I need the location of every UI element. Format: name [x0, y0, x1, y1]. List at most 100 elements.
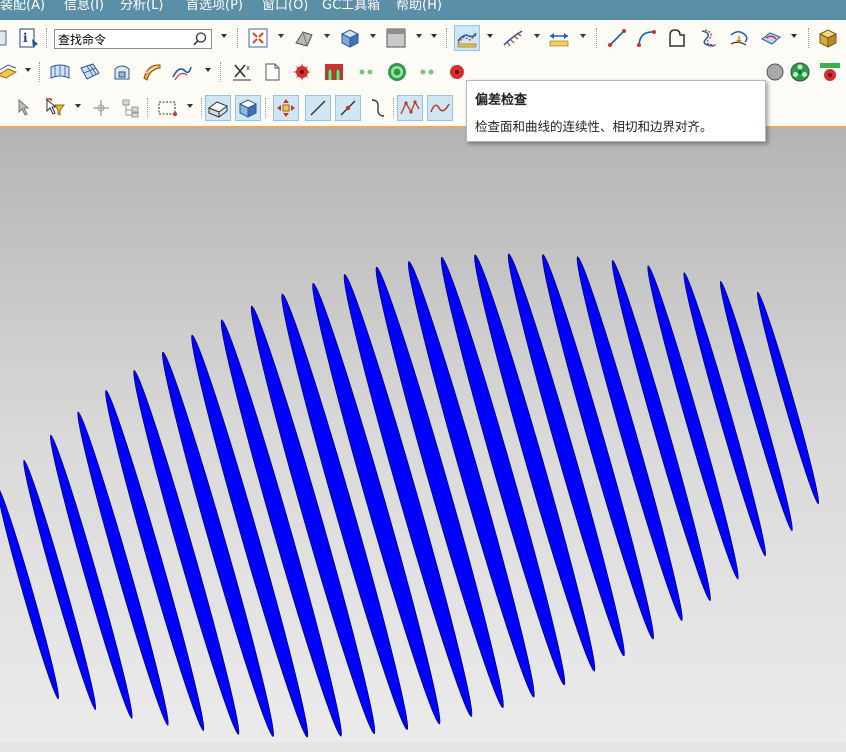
fillet-button[interactable]	[664, 25, 690, 51]
styled-sweep-button[interactable]	[169, 59, 195, 85]
graphics-viewport[interactable]	[0, 128, 846, 742]
selection-filter-button[interactable]	[42, 95, 68, 121]
surface-stripe	[407, 261, 535, 698]
search-dropdown-arrow[interactable]	[221, 34, 227, 38]
menu-assembly[interactable]: 装配(A)	[0, 0, 45, 13]
extract-x-icon: x	[233, 64, 251, 81]
n-sided-surface-button[interactable]	[109, 59, 135, 85]
mesh-surface-icon	[80, 63, 100, 80]
selection-filter-icon	[46, 98, 66, 116]
background-arrow[interactable]	[416, 34, 422, 38]
select-point-on-line-button[interactable]	[335, 95, 361, 121]
shading-button[interactable]	[291, 25, 317, 51]
gear-red-button[interactable]	[289, 59, 315, 85]
curve-analysis-arrow[interactable]	[534, 34, 540, 38]
select-face-button[interactable]	[235, 95, 261, 121]
control-polygon-icon	[400, 100, 420, 115]
selection-filter-arrow[interactable]	[75, 104, 81, 108]
studio-surface-button[interactable]	[139, 59, 165, 85]
gear-rack-icon	[820, 63, 840, 81]
select-line-button[interactable]	[305, 95, 331, 121]
extrude-surface-icon	[0, 64, 18, 79]
shading-arrow[interactable]	[324, 34, 330, 38]
point-on-line-icon	[340, 100, 356, 116]
select-body-button[interactable]	[205, 95, 231, 121]
bearing-button[interactable]	[384, 59, 410, 85]
extract-geometry-button[interactable]: x	[229, 59, 255, 85]
green-wheel-icon	[790, 62, 810, 82]
wheel-green-button[interactable]	[787, 59, 813, 85]
select-line-icon	[310, 100, 326, 116]
offset-curve-button[interactable]	[696, 25, 722, 51]
deviation-check-icon	[457, 32, 477, 48]
surface-curve-arrow[interactable]	[791, 34, 797, 38]
new-sheet-icon	[265, 63, 280, 81]
menu-gc-toolbox[interactable]: GC工具箱	[322, 0, 380, 13]
select-origin-button[interactable]	[88, 95, 114, 121]
spline-curve-icon	[430, 103, 450, 113]
fit-view-button[interactable]	[245, 25, 271, 51]
origin-cross-icon	[93, 100, 109, 116]
menu-info[interactable]: 信息(I)	[64, 0, 104, 13]
surface-curve-button[interactable]	[758, 25, 784, 51]
shaded-cube-icon	[340, 29, 360, 48]
bearing-ring-icon	[388, 63, 406, 81]
ruled-surface-button[interactable]	[47, 59, 73, 85]
control-polygon-button[interactable]	[397, 95, 423, 121]
surface-tools-arrow[interactable]	[205, 68, 211, 72]
snap-arrow-icon	[18, 98, 30, 116]
fit-view-icon	[248, 28, 268, 48]
rectangle-select-arrow[interactable]	[187, 104, 193, 108]
deviation-check-button[interactable]	[454, 25, 480, 51]
snap-point-button[interactable]	[12, 95, 38, 121]
spline-curve-button[interactable]	[427, 95, 453, 121]
measure-distance-arrow[interactable]	[580, 34, 586, 38]
rectangle-select-button[interactable]	[154, 95, 180, 121]
extrude-surface-arrow[interactable]	[25, 68, 31, 72]
s-curve-icon	[371, 99, 385, 117]
measure-distance-button[interactable]	[546, 25, 572, 51]
curve-analysis-button[interactable]	[500, 25, 526, 51]
view-toolbar-options-arrow[interactable]	[431, 34, 437, 38]
rectangle-select-icon	[158, 101, 177, 116]
line-button[interactable]	[604, 25, 630, 51]
tool-icon	[0, 30, 7, 46]
deviation-check-arrow[interactable]	[487, 34, 493, 38]
stripe-surface	[0, 253, 820, 738]
toolbar-area: i 查找命令 x 偏差检查 检查面和曲线的连续性、相切和边界对齐。	[0, 20, 846, 142]
partial-tool-button[interactable]	[0, 25, 12, 51]
menu-preferences[interactable]: 首选项(P)	[186, 0, 243, 13]
project-curve-icon	[730, 31, 748, 46]
extrude-surface-button[interactable]	[0, 59, 20, 85]
new-sheet-button[interactable]	[259, 59, 285, 85]
spline-gear-button[interactable]	[321, 59, 347, 85]
tooltip-title: 偏差检查	[475, 93, 528, 108]
menu-analysis[interactable]: 分析(L)	[120, 0, 163, 13]
information-button[interactable]: i	[16, 25, 42, 51]
magnifier-icon[interactable]	[192, 31, 208, 47]
measure-distance-icon	[549, 33, 569, 47]
project-curve-button[interactable]	[726, 25, 752, 51]
menu-window[interactable]: 窗口(O)	[262, 0, 308, 13]
arc-button[interactable]	[634, 25, 660, 51]
svg-text:x: x	[246, 64, 250, 72]
command-search-box[interactable]	[54, 29, 212, 49]
select-curve-button[interactable]	[365, 95, 391, 121]
mesh-surface-button[interactable]	[77, 59, 103, 85]
move-handle-button[interactable]	[273, 95, 299, 121]
surface-stripe	[756, 291, 820, 505]
pin-pair-2-button[interactable]	[414, 59, 440, 85]
surface-stripe	[0, 486, 60, 700]
gear-rack-button[interactable]	[817, 59, 843, 85]
pin-pair-button[interactable]	[353, 59, 379, 85]
surface-stripe	[281, 293, 409, 730]
fit-view-arrow[interactable]	[278, 34, 284, 38]
select-tree-button[interactable]	[118, 95, 144, 121]
menu-help[interactable]: 帮助(H)	[396, 0, 442, 13]
part-navigator-button[interactable]	[815, 25, 841, 51]
render-style-button[interactable]	[337, 25, 363, 51]
render-style-arrow[interactable]	[370, 34, 376, 38]
background-button[interactable]	[383, 25, 409, 51]
command-search-input[interactable]	[58, 32, 188, 46]
select-body-icon	[207, 101, 229, 118]
